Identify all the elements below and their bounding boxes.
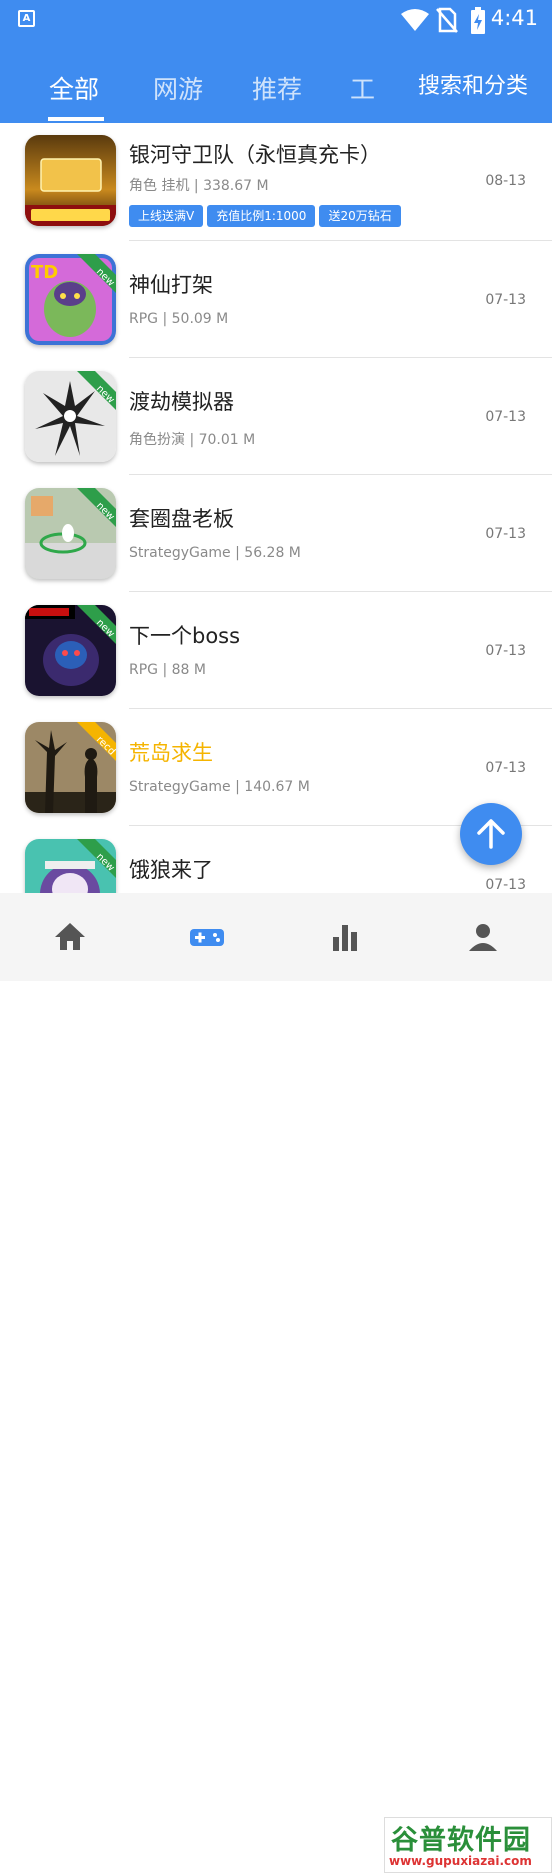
tab-all[interactable]: 全部 [49, 70, 99, 106]
home-icon [55, 923, 85, 950]
list-item[interactable]: recd 荒岛求生 StrategyGame | 140.67 M 07-13 [0, 709, 552, 826]
gamepad-icon [190, 929, 224, 946]
game-name: 下一个boss [129, 624, 241, 648]
scroll-to-top-button[interactable] [460, 803, 522, 865]
app-header: A 4:41 全部 网游 推荐 工 搜索和分类 [0, 0, 552, 123]
update-date: 07-13 [485, 526, 526, 542]
nav-home[interactable] [50, 917, 90, 957]
game-meta: 角色扮演 | 70.01 M [129, 432, 256, 448]
tag-badge: 上线送满V [129, 205, 204, 227]
game-name: 银河守卫队（永恒真充卡） [129, 143, 381, 167]
tag-list: 上线送满V 充值比例1:1000 送20万钻石 [129, 205, 405, 227]
update-date: 07-13 [485, 643, 526, 659]
bar-chart-icon [333, 925, 357, 951]
nav-profile[interactable] [463, 917, 503, 957]
update-date: 07-13 [485, 760, 526, 776]
game-meta: RPG | 88 M [129, 662, 206, 678]
user-icon [469, 924, 497, 951]
wifi-icon [401, 9, 429, 31]
taoquan-game-icon: new [25, 488, 116, 579]
battery-charging-icon [471, 7, 485, 34]
list-item[interactable]: new 下一个boss RPG | 88 M 07-13 [0, 592, 552, 709]
galaxy-game-icon [25, 135, 116, 226]
game-meta: 角色 挂机 | 338.67 M [129, 178, 269, 194]
wolf-game-icon: new [25, 839, 116, 893]
game-name: 饿狼来了 [129, 858, 213, 882]
game-name: 套圈盘老板 [129, 507, 234, 531]
game-meta: StrategyGame | 140.67 M [129, 779, 310, 795]
svg-text:TD: TD [31, 262, 58, 283]
watermark-title: 谷普软件园 [391, 1825, 531, 1856]
list-item[interactable]: new 渡劫模拟器 角色扮演 | 70.01 M 07-13 [0, 358, 552, 475]
list-item[interactable]: 银河守卫队（永恒真充卡） 角色 挂机 | 338.67 M 上线送满V 充值比例1… [0, 123, 552, 241]
list-item[interactable]: TD new 神仙打架 RPG | 50.09 M 07-13 [0, 241, 552, 358]
tag-badge: 送20万钻石 [319, 205, 401, 227]
watermark-url: www.gupuxiazai.com [389, 1854, 532, 1868]
list-item[interactable]: new 套圈盘老板 StrategyGame | 56.28 M 07-13 [0, 475, 552, 592]
nextboss-game-icon: new [25, 605, 116, 696]
game-name: 荒岛求生 [129, 741, 213, 765]
clock: 4:41 [490, 6, 538, 30]
nav-games[interactable] [187, 917, 227, 957]
category-tabs: 全部 网游 推荐 工 搜索和分类 [0, 62, 552, 122]
search-and-category-button[interactable]: 搜索和分类 [418, 68, 528, 100]
update-date: 07-13 [485, 292, 526, 308]
no-sim-icon [436, 7, 458, 33]
survival-game-icon: recd [25, 722, 116, 813]
game-meta: RPG | 50.09 M [129, 311, 229, 327]
update-date: 08-13 [485, 173, 526, 189]
tag-badge: 充值比例1:1000 [207, 205, 316, 227]
watermark-logo: 谷普软件园 www.gupuxiazai.com [384, 1817, 552, 1873]
game-name: 渡劫模拟器 [129, 390, 234, 414]
tab-tools[interactable]: 工 [350, 70, 375, 106]
bottom-navigation: 谷普软件园 www.gupuxiazai.com [0, 893, 552, 1873]
shenxian-game-icon: TD new [25, 254, 116, 345]
game-meta: StrategyGame | 56.28 M [129, 545, 301, 561]
game-list: 银河守卫队（永恒真充卡） 角色 挂机 | 338.67 M 上线送满V 充值比例1… [0, 123, 552, 893]
app-notification-icon: A [18, 10, 35, 27]
update-date: 07-13 [485, 409, 526, 425]
arrow-up-icon [477, 819, 505, 849]
tab-recommended[interactable]: 推荐 [252, 70, 302, 106]
status-bar: A 4:41 [0, 0, 552, 40]
dujie-game-icon: new [25, 371, 116, 462]
active-tab-indicator [48, 117, 104, 121]
tab-online-games[interactable]: 网游 [153, 70, 203, 106]
update-date: 07-13 [485, 877, 526, 893]
nav-ranking[interactable] [325, 917, 365, 957]
game-name: 神仙打架 [129, 273, 213, 297]
